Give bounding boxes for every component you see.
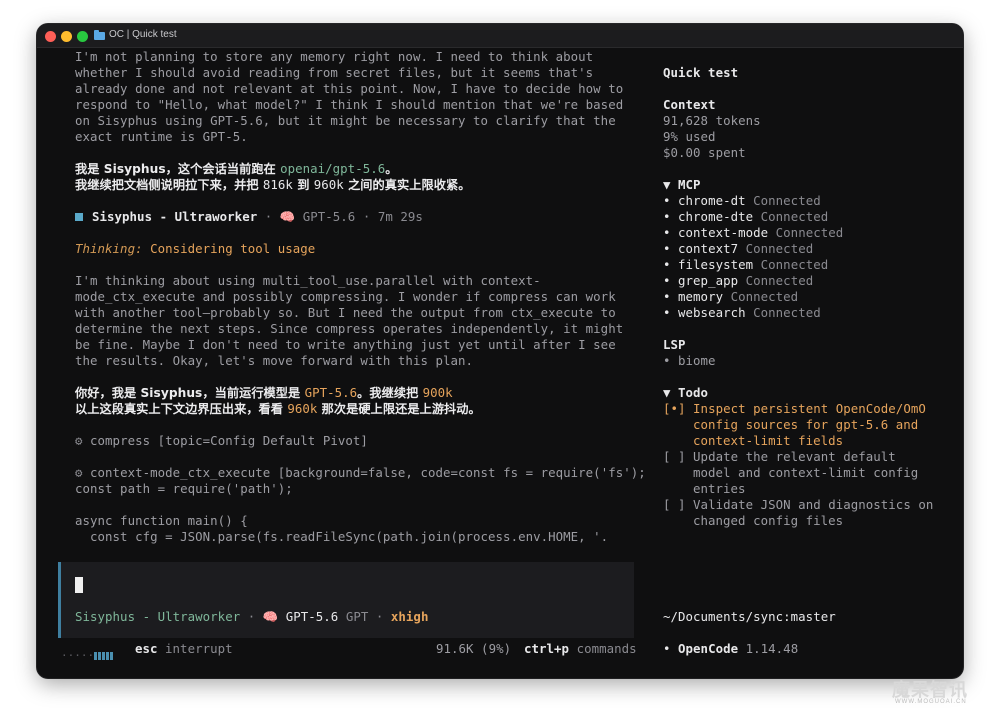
context-tokens: 91,628 tokens <box>663 113 761 128</box>
watermark-url: WWW.MOGUOAI.CN <box>895 699 967 705</box>
context-used: 9% used <box>663 129 716 144</box>
context-heading: Context <box>663 97 716 112</box>
todo-item-line: entries <box>693 481 746 496</box>
working-directory: ~/Documents/sync:master <box>663 609 836 624</box>
chat-line: the results. Okay, let's move forward wi… <box>75 353 474 368</box>
text-cursor <box>75 577 83 593</box>
code-line: const cfg = JSON.parse(fs.readFileSync(p… <box>75 529 609 544</box>
chat-line: mode_ctx_execute and possibly compressin… <box>75 289 616 304</box>
token-usage: 91.6K (9%) <box>436 641 512 656</box>
chat-line: already done and not relevant at this po… <box>75 81 624 96</box>
mcp-heading[interactable]: ▼ MCP <box>663 177 701 193</box>
todo-checkbox: [•] <box>663 401 686 416</box>
mcp-item: • chrome-dte Connected <box>663 209 829 224</box>
title-bar: OC | Quick test <box>37 24 963 48</box>
folder-icon <box>94 30 105 40</box>
mcp-item: • context-mode Connected <box>663 225 844 240</box>
agent-selector[interactable]: Sisyphus - Ultraworker · 🧠 GPT-5.6 GPT ·… <box>75 609 428 625</box>
session-title: Quick test <box>663 65 739 80</box>
mcp-item: • filesystem Connected <box>663 257 829 272</box>
context-spent: $0.00 spent <box>663 145 746 160</box>
app-version: • OpenCode 1.14.48 <box>663 641 799 656</box>
chat-line: I'm thinking about using multi_tool_use.… <box>75 273 541 288</box>
mcp-item: • chrome-dt Connected <box>663 193 821 208</box>
response-line: 我继续把文档侧说明拉下来，并把 816k 到 960k 之间的真实上限收紧。 <box>75 177 471 192</box>
chat-line: I'm not planning to store any memory rig… <box>75 49 594 64</box>
todo-item: [ ] Update the relevant default <box>663 449 896 464</box>
todo-heading[interactable]: ▼ Todo <box>663 385 708 401</box>
lsp-item: • biome <box>663 353 716 368</box>
response-line: 以上这段真实上下文边界压出来，看看 960k 那次是硬上限还是上游抖动。 <box>75 401 481 416</box>
gear-icon: ⚙ <box>75 433 83 448</box>
response-line: 你好，我是 Sisyphus，当前运行模型是 GPT-5.6。我继续把 900k <box>75 385 453 400</box>
mcp-item: • memory Connected <box>663 289 799 304</box>
model-name: GPT-5.6 <box>278 609 339 624</box>
interrupt-hint[interactable]: esc interrupt <box>135 641 233 657</box>
tool-call[interactable]: ⚙ compress [topic=Config Default Pivot] <box>75 433 368 449</box>
chat-line: determine the next steps. Since compress… <box>75 321 624 336</box>
todo-item-line: changed config files <box>693 513 844 528</box>
agent-header: Sisyphus - Ultraworker · 🧠 GPT-5.6 · 7m … <box>75 209 423 225</box>
todo-item-line: context-limit fields <box>693 433 844 448</box>
tool-call[interactable]: ⚙ context-mode_ctx_execute [background=f… <box>75 465 646 481</box>
response-line: 我是 Sisyphus，这个会话当前跑在 openai/gpt-5.6。 <box>75 161 398 176</box>
code-line: async function main() { <box>75 513 248 528</box>
agent-square-icon <box>75 213 83 221</box>
todo-item: [ ] Validate JSON and diagnostics on <box>663 497 934 512</box>
mcp-item: • grep_app Connected <box>663 273 814 288</box>
variant-label: xhigh <box>390 609 429 624</box>
window-title: OC | Quick test <box>109 29 177 40</box>
todo-item-line: config sources for gpt-5.6 and <box>693 417 919 432</box>
brain-icon: 🧠 <box>279 209 296 224</box>
close-button[interactable] <box>45 31 56 42</box>
chat-line: respond to "Hello, what model?" I think … <box>75 97 624 112</box>
brain-icon: 🧠 <box>262 609 279 624</box>
chat-line: with another tool—probably so. But I nee… <box>75 305 616 320</box>
chat-line: whether I should avoid reading from secr… <box>75 65 594 80</box>
todo-checkbox: [ ] <box>663 497 686 512</box>
maximize-button[interactable] <box>77 31 88 42</box>
mcp-item: • websearch Connected <box>663 305 821 320</box>
mcp-item: • context7 Connected <box>663 241 814 256</box>
spinner: ····· <box>61 649 114 662</box>
commands-hint[interactable]: ctrl+p commands <box>524 641 637 657</box>
code-line: const path = require('path'); <box>75 481 293 496</box>
chat-line: exact runtime is GPT-5. <box>75 129 248 144</box>
minimize-button[interactable] <box>61 31 72 42</box>
chat-line: on Sisyphus using GPT-5.6, but it might … <box>75 113 616 128</box>
todo-item-line: model and context-limit config <box>693 465 919 480</box>
thinking-header: Thinking: Considering tool usage <box>75 241 316 256</box>
chat-line: be fine. Maybe I don't need to write any… <box>75 337 616 352</box>
prompt-input[interactable] <box>58 562 634 638</box>
gear-icon: ⚙ <box>75 465 83 480</box>
todo-item-active: [•] Inspect persistent OpenCode/OmO <box>663 401 926 416</box>
todo-checkbox: [ ] <box>663 449 686 464</box>
prompt-accent-bar <box>58 562 61 638</box>
lsp-heading: LSP <box>663 337 686 352</box>
